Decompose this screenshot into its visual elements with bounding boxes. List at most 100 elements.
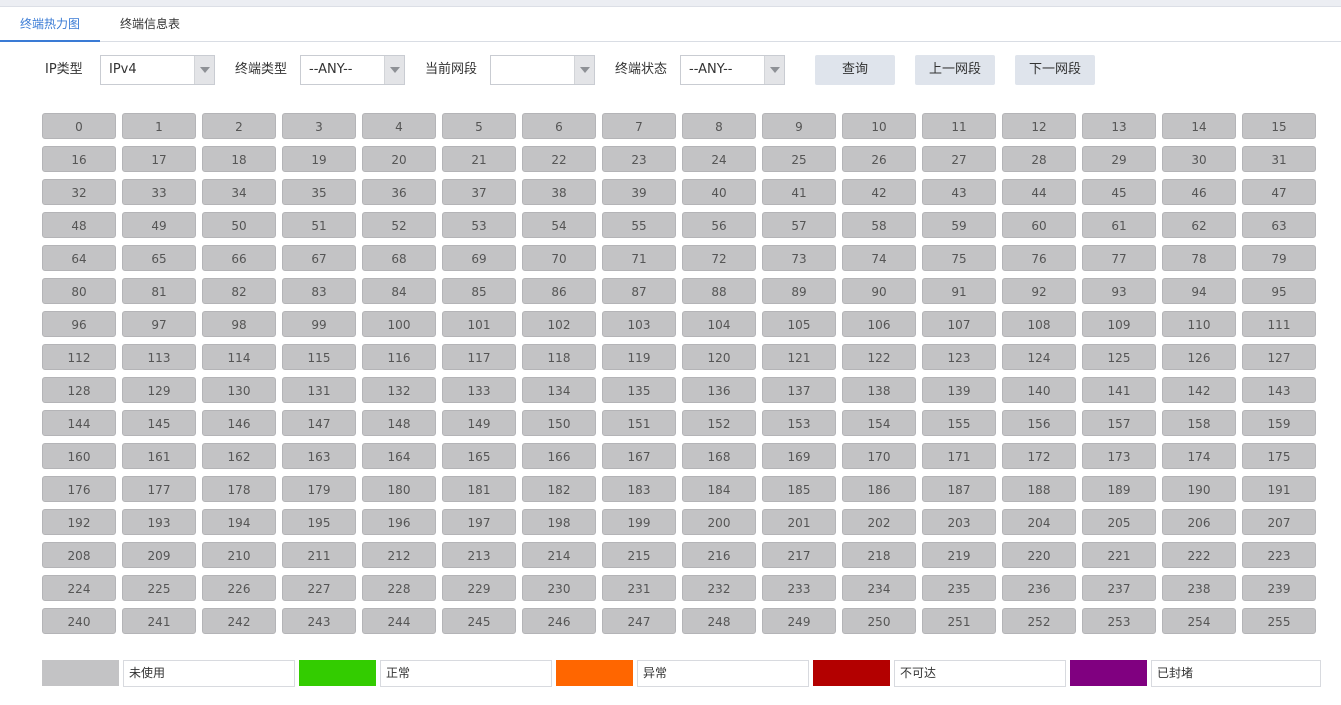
ip-cell[interactable]: 135 xyxy=(602,377,676,403)
ip-cell[interactable]: 13 xyxy=(1082,113,1156,139)
ip-cell[interactable]: 2 xyxy=(202,113,276,139)
ip-cell[interactable]: 195 xyxy=(282,509,356,535)
ip-cell[interactable]: 171 xyxy=(922,443,996,469)
ip-cell[interactable]: 252 xyxy=(1002,608,1076,634)
ip-cell[interactable]: 14 xyxy=(1162,113,1236,139)
ip-cell[interactable]: 180 xyxy=(362,476,436,502)
ip-cell[interactable]: 130 xyxy=(202,377,276,403)
ip-cell[interactable]: 77 xyxy=(1082,245,1156,271)
ip-cell[interactable]: 10 xyxy=(842,113,916,139)
ip-cell[interactable]: 72 xyxy=(682,245,756,271)
ip-cell[interactable]: 224 xyxy=(42,575,116,601)
ip-cell[interactable]: 226 xyxy=(202,575,276,601)
ip-cell[interactable]: 113 xyxy=(122,344,196,370)
ip-cell[interactable]: 120 xyxy=(682,344,756,370)
ip-cell[interactable]: 223 xyxy=(1242,542,1316,568)
ip-cell[interactable]: 154 xyxy=(842,410,916,436)
ip-cell[interactable]: 88 xyxy=(682,278,756,304)
ip-cell[interactable]: 184 xyxy=(682,476,756,502)
chevron-down-icon[interactable] xyxy=(574,56,594,84)
ip-cell[interactable]: 178 xyxy=(202,476,276,502)
ip-cell[interactable]: 109 xyxy=(1082,311,1156,337)
ip-cell[interactable]: 97 xyxy=(122,311,196,337)
ip-cell[interactable]: 70 xyxy=(522,245,596,271)
ip-cell[interactable]: 53 xyxy=(442,212,516,238)
ip-cell[interactable]: 5 xyxy=(442,113,516,139)
ip-cell[interactable]: 194 xyxy=(202,509,276,535)
ip-cell[interactable]: 202 xyxy=(842,509,916,535)
ip-cell[interactable]: 123 xyxy=(922,344,996,370)
ip-cell[interactable]: 218 xyxy=(842,542,916,568)
ip-cell[interactable]: 98 xyxy=(202,311,276,337)
ip-cell[interactable]: 23 xyxy=(602,146,676,172)
ip-cell[interactable]: 173 xyxy=(1082,443,1156,469)
ip-cell[interactable]: 143 xyxy=(1242,377,1316,403)
ip-cell[interactable]: 249 xyxy=(762,608,836,634)
terminal-type-select[interactable]: --ANY-- xyxy=(300,55,405,85)
ip-cell[interactable]: 127 xyxy=(1242,344,1316,370)
ip-cell[interactable]: 207 xyxy=(1242,509,1316,535)
ip-cell[interactable]: 1 xyxy=(122,113,196,139)
ip-cell[interactable]: 89 xyxy=(762,278,836,304)
ip-cell[interactable]: 213 xyxy=(442,542,516,568)
ip-cell[interactable]: 183 xyxy=(602,476,676,502)
ip-cell[interactable]: 43 xyxy=(922,179,996,205)
ip-cell[interactable]: 138 xyxy=(842,377,916,403)
ip-cell[interactable]: 250 xyxy=(842,608,916,634)
ip-cell[interactable]: 64 xyxy=(42,245,116,271)
ip-cell[interactable]: 172 xyxy=(1002,443,1076,469)
ip-cell[interactable]: 25 xyxy=(762,146,836,172)
ip-cell[interactable]: 45 xyxy=(1082,179,1156,205)
ip-cell[interactable]: 192 xyxy=(42,509,116,535)
ip-cell[interactable]: 110 xyxy=(1162,311,1236,337)
current-segment-select[interactable] xyxy=(490,55,595,85)
ip-cell[interactable]: 35 xyxy=(282,179,356,205)
ip-cell[interactable]: 6 xyxy=(522,113,596,139)
ip-cell[interactable]: 4 xyxy=(362,113,436,139)
ip-cell[interactable]: 132 xyxy=(362,377,436,403)
ip-cell[interactable]: 240 xyxy=(42,608,116,634)
ip-cell[interactable]: 54 xyxy=(522,212,596,238)
ip-cell[interactable]: 117 xyxy=(442,344,516,370)
ip-cell[interactable]: 87 xyxy=(602,278,676,304)
ip-cell[interactable]: 134 xyxy=(522,377,596,403)
ip-cell[interactable]: 248 xyxy=(682,608,756,634)
ip-cell[interactable]: 197 xyxy=(442,509,516,535)
ip-cell[interactable]: 74 xyxy=(842,245,916,271)
ip-cell[interactable]: 63 xyxy=(1242,212,1316,238)
ip-cell[interactable]: 201 xyxy=(762,509,836,535)
ip-cell[interactable]: 100 xyxy=(362,311,436,337)
ip-cell[interactable]: 199 xyxy=(602,509,676,535)
ip-cell[interactable]: 169 xyxy=(762,443,836,469)
ip-cell[interactable]: 32 xyxy=(42,179,116,205)
ip-cell[interactable]: 84 xyxy=(362,278,436,304)
ip-cell[interactable]: 242 xyxy=(202,608,276,634)
ip-cell[interactable]: 161 xyxy=(122,443,196,469)
ip-cell[interactable]: 102 xyxy=(522,311,596,337)
ip-cell[interactable]: 246 xyxy=(522,608,596,634)
ip-cell[interactable]: 114 xyxy=(202,344,276,370)
ip-cell[interactable]: 229 xyxy=(442,575,516,601)
ip-cell[interactable]: 73 xyxy=(762,245,836,271)
query-button[interactable]: 查询 xyxy=(815,55,895,85)
ip-cell[interactable]: 37 xyxy=(442,179,516,205)
ip-cell[interactable]: 227 xyxy=(282,575,356,601)
ip-cell[interactable]: 205 xyxy=(1082,509,1156,535)
ip-cell[interactable]: 152 xyxy=(682,410,756,436)
ip-cell[interactable]: 60 xyxy=(1002,212,1076,238)
ip-cell[interactable]: 66 xyxy=(202,245,276,271)
ip-cell[interactable]: 44 xyxy=(1002,179,1076,205)
next-segment-button[interactable]: 下一网段 xyxy=(1015,55,1095,85)
ip-cell[interactable]: 90 xyxy=(842,278,916,304)
ip-cell[interactable]: 168 xyxy=(682,443,756,469)
ip-cell[interactable]: 62 xyxy=(1162,212,1236,238)
ip-cell[interactable]: 211 xyxy=(282,542,356,568)
ip-cell[interactable]: 239 xyxy=(1242,575,1316,601)
ip-cell[interactable]: 153 xyxy=(762,410,836,436)
ip-cell[interactable]: 7 xyxy=(602,113,676,139)
ip-cell[interactable]: 156 xyxy=(1002,410,1076,436)
ip-cell[interactable]: 106 xyxy=(842,311,916,337)
ip-cell[interactable]: 19 xyxy=(282,146,356,172)
ip-cell[interactable]: 128 xyxy=(42,377,116,403)
ip-cell[interactable]: 158 xyxy=(1162,410,1236,436)
